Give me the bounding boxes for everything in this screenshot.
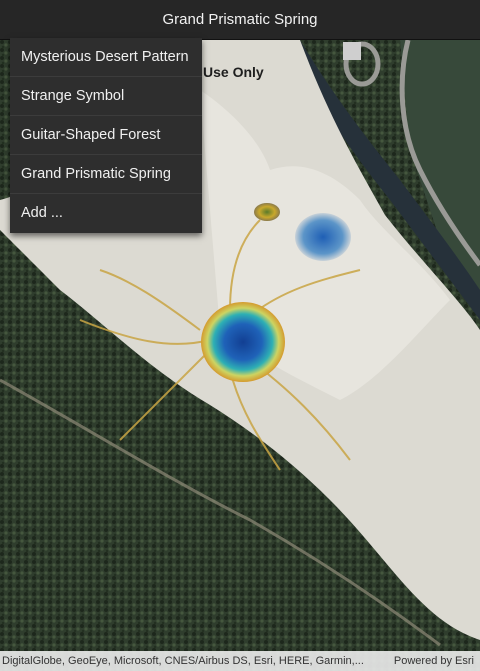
map-attribution-bar: DigitalGlobe, GeoEye, Microsoft, CNES/Ai… xyxy=(0,651,480,671)
menu-item-guitar-shaped-forest[interactable]: Guitar-Shaped Forest xyxy=(10,116,202,155)
map-watermark: Use Only xyxy=(203,64,264,80)
bookmarks-dropdown: Mysterious Desert Pattern Strange Symbol… xyxy=(10,38,202,233)
menu-item-mysterious-desert-pattern[interactable]: Mysterious Desert Pattern xyxy=(10,38,202,77)
menu-item-strange-symbol[interactable]: Strange Symbol xyxy=(10,77,202,116)
powered-by-esri: Powered by Esri xyxy=(393,655,474,667)
menu-item-grand-prismatic-spring[interactable]: Grand Prismatic Spring xyxy=(10,155,202,194)
bookmark-title[interactable]: Grand Prismatic Spring xyxy=(162,11,317,28)
toolbar[interactable]: Grand Prismatic Spring xyxy=(0,0,480,40)
menu-item-add[interactable]: Add ... xyxy=(10,194,202,233)
attribution-text[interactable]: DigitalGlobe, GeoEye, Microsoft, CNES/Ai… xyxy=(2,655,364,667)
